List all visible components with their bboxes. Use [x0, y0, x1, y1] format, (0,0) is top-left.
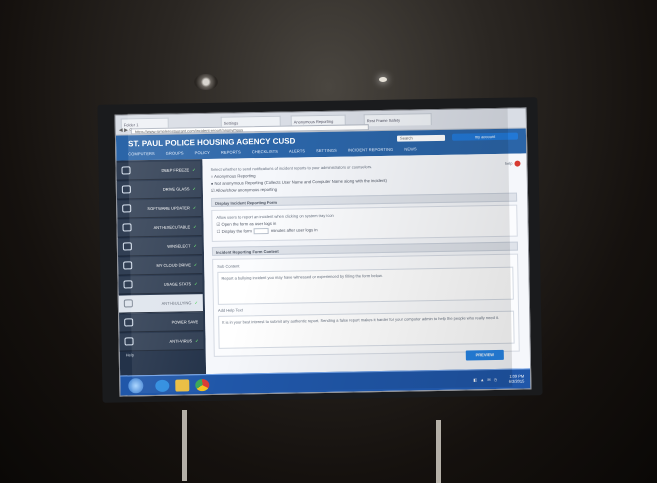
stage-pole-right	[436, 420, 441, 483]
ceiling-spot	[379, 77, 387, 82]
sidebar-item[interactable]: DEEP FREEZE ✓	[116, 161, 201, 181]
drive-icon	[121, 185, 131, 194]
monitor-icon	[121, 166, 131, 175]
sidebar: DEEP FREEZE ✓ DRIVE GLASS ✓ SOFTWARE UPDAT…	[116, 159, 207, 376]
nav-item[interactable]: INCIDENT REPORTING	[348, 147, 394, 153]
check-icon: ✓	[192, 167, 196, 173]
clock-date: 6/2/2015	[508, 378, 525, 384]
sidebar-item-label: DEEP FREEZE	[161, 167, 190, 173]
nav-item[interactable]: ALERTS	[289, 148, 305, 153]
sidebar-item-label: POWER SAVE	[171, 319, 199, 325]
notification-icon[interactable]	[514, 160, 521, 167]
help-textarea[interactable]: It is in your best interest to submit an…	[218, 310, 515, 349]
sidebar-item-label: SOFTWARE UPDATER	[147, 205, 190, 212]
sidebar-item-label: WINSELECT	[167, 243, 191, 249]
browser-tab[interactable]: Rest Frame Safety	[363, 113, 432, 127]
check-icon: ✓	[194, 300, 198, 306]
main-navigation: COMPUTERS GROUPS POLICY REPORTS CHECKLIS…	[128, 146, 417, 156]
sidebar-item[interactable]: ANTI-EXECUTABLE ✓	[117, 218, 202, 238]
shield-icon	[123, 299, 133, 308]
check-icon: ✓	[193, 262, 198, 268]
system-clock[interactable]: 1:09 PM 6/2/2015	[509, 374, 525, 384]
update-icon	[122, 204, 132, 213]
nav-item[interactable]: REPORTS	[221, 149, 241, 154]
nav-item[interactable]: COMPUTERS	[128, 151, 155, 156]
radio-label: Anonymous Reporting	[214, 173, 256, 179]
top-right-tools: help	[505, 160, 521, 167]
radio-label: Allow/show anonymous reporting	[215, 186, 278, 193]
stage-pole-left	[182, 410, 187, 481]
virus-icon	[124, 337, 134, 346]
form-content-panel: Sub Content Report a bullying incident y…	[212, 253, 520, 357]
chart-icon	[123, 280, 133, 289]
sidebar-item-label: USAGE STATS	[163, 281, 192, 287]
sidebar-item-label: MY CLOUD DRIVE	[156, 262, 191, 268]
checkbox-label: Open the form as user logs in	[221, 220, 277, 227]
check-icon: ✓	[193, 243, 197, 249]
chrome-icon[interactable]	[195, 379, 210, 392]
cloud-icon	[123, 261, 133, 270]
nav-item[interactable]: GROUPS	[166, 150, 184, 155]
sidebar-item[interactable]: USAGE STATS ✓	[118, 275, 203, 295]
main-content: help Select whether to send notification…	[202, 153, 531, 375]
subcontent-textarea[interactable]: Report a bullying incident you may have …	[217, 266, 514, 305]
checkbox-label-suffix: minutes after user logs in	[270, 227, 318, 234]
nav-item[interactable]: SETTINGS	[316, 148, 337, 153]
check-icon: ✓	[192, 186, 196, 192]
app-title: ST. PAUL POLICE HOUSING AGENCY CUSD	[128, 136, 296, 149]
sidebar-item[interactable]: MY CLOUD DRIVE ✓	[118, 256, 203, 276]
sidebar-item[interactable]: ANTI-VIRUS ✓	[119, 332, 204, 352]
display-form-panel: Allow users to report an incident when c…	[211, 204, 518, 242]
sidebar-help[interactable]: Help	[126, 352, 134, 357]
power-icon	[124, 318, 134, 327]
search-input[interactable]: Search	[396, 134, 446, 142]
check-icon: ✓	[194, 281, 198, 287]
check-icon: ✓	[193, 224, 197, 230]
sidebar-item-active[interactable]: ANTI-BULLYING ✓	[118, 294, 204, 314]
nav-item[interactable]: CHECKLISTS	[252, 149, 278, 154]
sidebar-item-label: ANTI-BULLYING	[161, 300, 192, 306]
sidebar-item[interactable]: DRIVE GLASS ✓	[116, 180, 202, 200]
system-tray[interactable]: ◧ ▲ ✉ ◷	[473, 377, 498, 382]
folder-icon[interactable]	[175, 379, 190, 392]
sidebar-item-label: DRIVE GLASS	[162, 186, 190, 192]
check-icon: ✓	[192, 205, 197, 211]
internet-explorer-icon[interactable]	[155, 379, 170, 392]
sidebar-item-label: ANTI-VIRUS	[169, 338, 193, 344]
sidebar-item[interactable]: SOFTWARE UPDATER ✓	[117, 199, 202, 219]
account-button[interactable]: my account	[451, 132, 519, 141]
executable-icon	[122, 223, 132, 232]
checkbox-label: Display the form	[221, 228, 252, 234]
preview-button[interactable]: PREVIEW	[465, 349, 504, 361]
ceiling-light-left	[194, 74, 218, 90]
app-layout: DEEP FREEZE ✓ DRIVE GLASS ✓ SOFTWARE UPDAT…	[116, 153, 531, 376]
nav-item[interactable]: NEWS	[404, 146, 416, 151]
check-icon: ✓	[195, 338, 199, 344]
windows-start-icon[interactable]	[128, 378, 144, 394]
help-link[interactable]: help	[505, 161, 513, 166]
sidebar-item[interactable]: WINSELECT ✓	[117, 237, 203, 257]
select-icon	[122, 242, 132, 251]
projected-screen: Folder 1 Settings Anonymous Reporting Re…	[114, 107, 532, 397]
minutes-input[interactable]	[253, 227, 269, 235]
nav-item[interactable]: POLICY	[195, 150, 210, 155]
sidebar-item[interactable]: POWER SAVE	[119, 313, 204, 333]
sidebar-item-label: ANTI-EXECUTABLE	[153, 224, 191, 230]
